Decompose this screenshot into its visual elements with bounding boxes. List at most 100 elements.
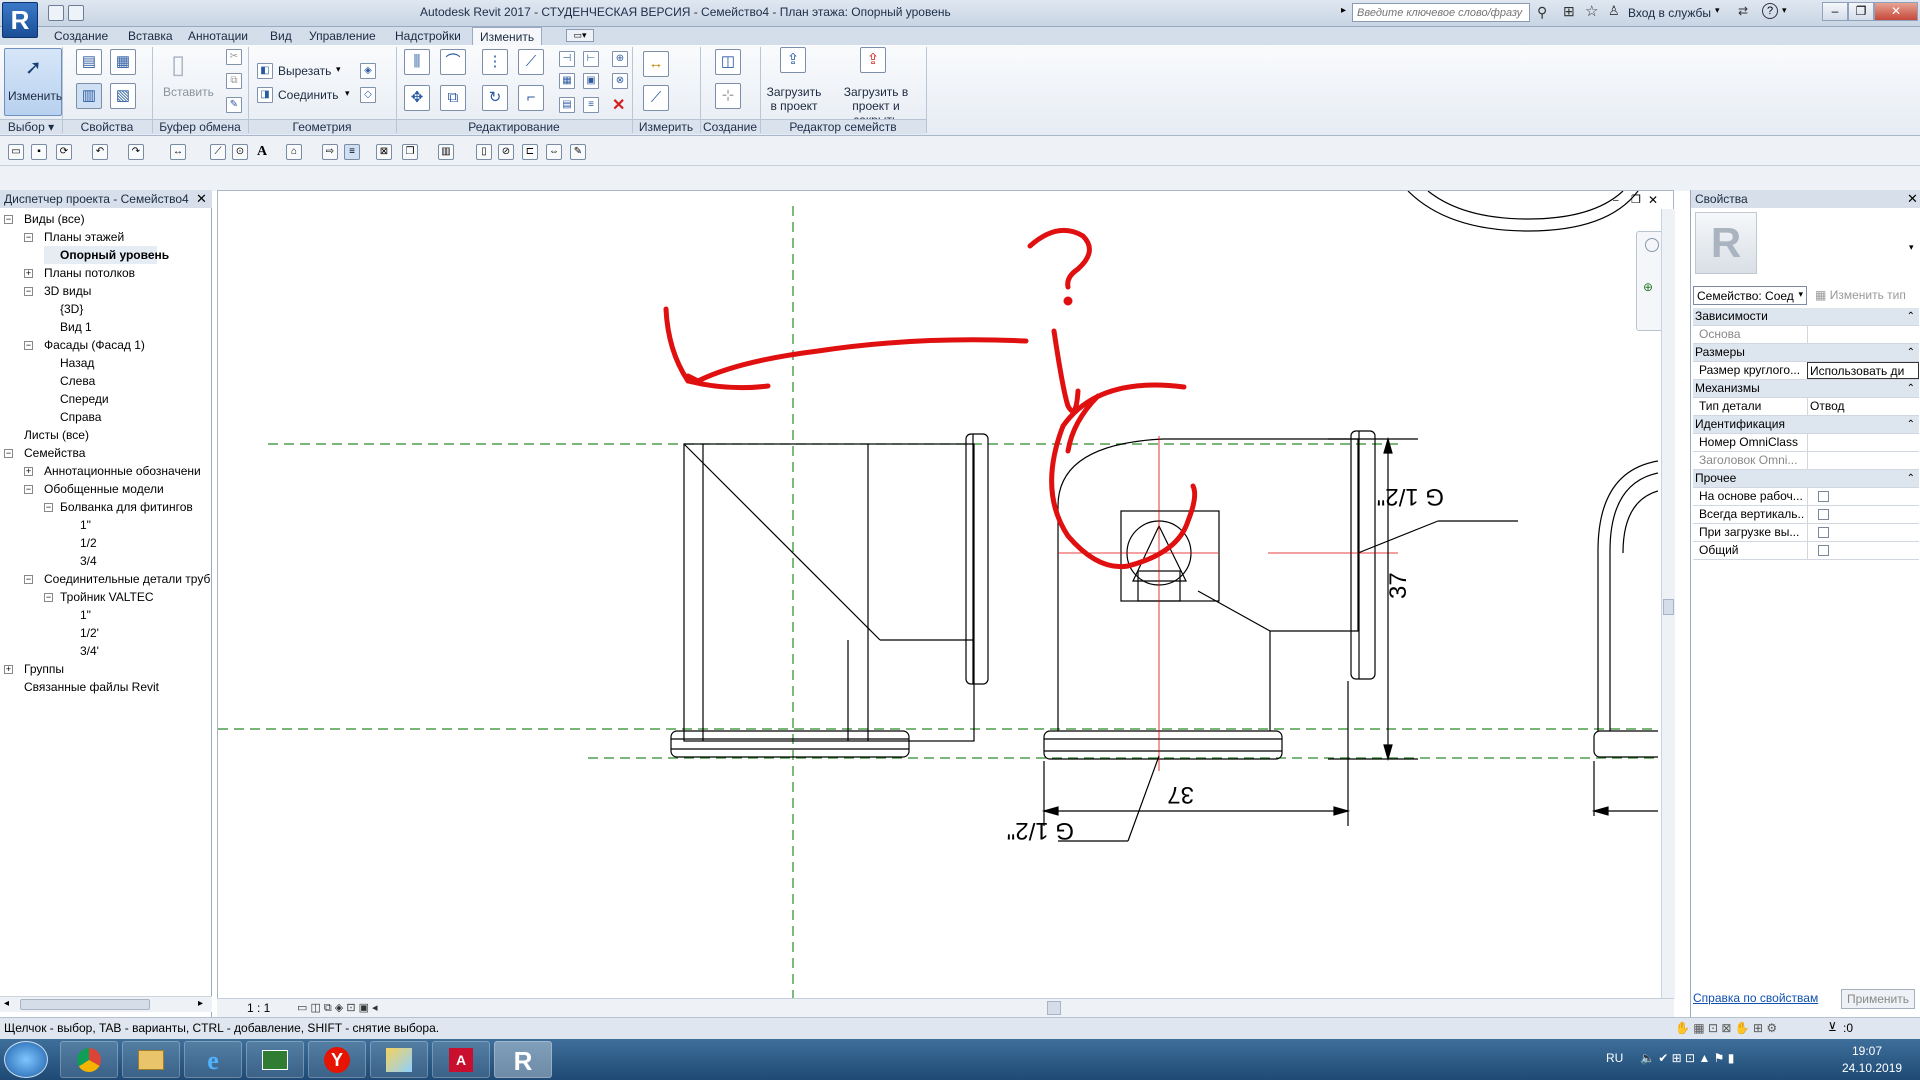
collapse-icon[interactable]: − (44, 593, 53, 602)
align-icon[interactable]: ⫼ (404, 49, 430, 75)
mirror-axis-icon[interactable]: ⋮ (482, 49, 508, 75)
tag-qat-icon[interactable]: ⊙ (232, 144, 248, 160)
property-checkbox[interactable] (1818, 527, 1829, 538)
panel-select[interactable]: Выбор ▾ (0, 119, 62, 134)
delete-icon[interactable]: ✕ (612, 95, 625, 115)
paste-label[interactable]: Вставить (163, 85, 214, 99)
explorer-taskbar-icon[interactable] (122, 1041, 180, 1078)
tee-fitting-center[interactable] (1043, 430, 1376, 760)
browser-item[interactable]: 1/2 (64, 534, 97, 552)
expand-icon[interactable]: + (24, 467, 33, 476)
browser-item[interactable]: Назад (44, 354, 94, 372)
tile-icon[interactable]: ▥ (438, 144, 454, 160)
view-scale[interactable]: 1 : 1 (247, 1001, 270, 1015)
tab-create[interactable]: Создание (47, 27, 115, 45)
browser-item[interactable]: 1/2' (64, 624, 99, 642)
family-category-icon[interactable]: ▧ (110, 83, 136, 109)
dim-label-height[interactable]: 37 (1385, 572, 1412, 599)
user-icon[interactable]: ♙ (1608, 3, 1620, 19)
ribbon-minimize-toggle[interactable]: ▭▾ (566, 29, 594, 42)
browser-item[interactable]: − Виды (все) (4, 210, 85, 228)
browser-item[interactable]: − Соединительные детали труб (24, 570, 210, 588)
cut-geometry-label[interactable]: Вырезать (278, 64, 331, 78)
chrome-taskbar-icon[interactable] (60, 1041, 118, 1078)
minimize-button[interactable]: – (1822, 2, 1848, 21)
family-types-icon[interactable]: ▥ (76, 83, 102, 109)
scale-icon[interactable]: ▣ (583, 73, 599, 89)
open-file-icon[interactable]: ▭ (8, 144, 24, 160)
thin-lines-icon[interactable]: ≡ (344, 144, 360, 160)
offset-icon[interactable]: ⌒ (440, 49, 466, 75)
steering-wheel-icon[interactable] (1645, 238, 1659, 252)
login-dropdown-icon[interactable]: ▾ (1715, 5, 1720, 16)
collapse-icon[interactable]: − (24, 233, 33, 242)
collapse-icon[interactable]: − (24, 287, 33, 296)
section-icon[interactable]: ⇨ (322, 144, 338, 160)
type-properties-icon[interactable]: ▦ (110, 49, 136, 75)
property-value[interactable] (1807, 452, 1919, 469)
apply-button[interactable]: Применить (1841, 989, 1915, 1009)
edit-type-button[interactable]: ▦ Изменить тип (1815, 288, 1906, 302)
split-view-icon[interactable]: ▯ (476, 144, 492, 160)
trim-icon[interactable]: ⌐ (518, 85, 544, 111)
leader-thread-top[interactable] (1357, 520, 1518, 554)
browser-item[interactable]: − Фасады (Фасад 1) (24, 336, 145, 354)
family-selector[interactable]: Семейство: Соед ▾ (1693, 286, 1807, 305)
cut-geometry-icon[interactable]: ◧ (257, 63, 273, 79)
canvas-vscroll-thumb[interactable] (1663, 599, 1674, 615)
open-icon[interactable] (48, 5, 64, 21)
tray-icons[interactable]: 🔈 ✔ ⊞ ⊡ ▲ ⚑ ▮ (1640, 1051, 1734, 1065)
browser-item[interactable]: Листы (все) (4, 426, 89, 444)
browser-item[interactable]: 1" (64, 516, 91, 534)
browser-item[interactable]: Опорный уровень (44, 246, 169, 264)
close-properties-icon[interactable]: ✕ (1907, 191, 1918, 207)
dimension-qat-icon[interactable]: ⟋ (210, 144, 226, 160)
property-checkbox-cell[interactable] (1807, 524, 1919, 541)
clock-time[interactable]: 19:07 (1852, 1044, 1882, 1058)
view-control-icons[interactable]: ▭ ◫ ⧉ ◈ ⊡ ▣ ◂ (297, 1001, 378, 1015)
canvas-hscroll-thumb[interactable] (1047, 1001, 1061, 1015)
measure-qat-icon[interactable]: ↔ (170, 144, 186, 160)
load-into-project-label[interactable]: Загрузить в проект (764, 85, 824, 113)
close-hidden-icon[interactable]: ⊠ (376, 144, 392, 160)
property-value[interactable]: Отвод (1807, 398, 1919, 415)
property-row[interactable]: Всегда вертикаль... (1693, 506, 1919, 524)
help-dropdown-icon[interactable]: ▾ (1782, 5, 1787, 16)
revit-taskbar-icon[interactable]: R (494, 1041, 552, 1078)
paste-icon[interactable]: ▯ (171, 49, 185, 80)
collapse-icon[interactable]: − (24, 341, 33, 350)
browser-item[interactable]: 1" (64, 606, 91, 624)
join-dropdown-icon[interactable]: ▾ (345, 88, 350, 99)
property-row[interactable]: Номер OmniClass (1693, 434, 1919, 452)
login-button[interactable]: Вход в службы (1628, 6, 1711, 20)
redo-icon[interactable]: ↷ (128, 144, 144, 160)
collapse-icon[interactable]: − (4, 449, 13, 458)
browser-item[interactable]: Вид 1 (44, 318, 92, 336)
property-checkbox-cell[interactable] (1807, 542, 1919, 559)
browser-item[interactable]: 3/4 (64, 552, 97, 570)
match-properties-icon[interactable]: ✎ (226, 97, 242, 113)
browser-hscrollbar[interactable]: ◂ ▸ (0, 996, 212, 1012)
property-group[interactable]: Зависимости ⌃ (1693, 308, 1919, 326)
tab-modify[interactable]: Изменить (472, 27, 543, 45)
cut-clipboard-icon[interactable]: ✂ (226, 49, 242, 65)
pin-icon[interactable]: ⊗ (612, 73, 628, 89)
collapse-group-icon[interactable]: ⌃ (1907, 344, 1915, 361)
property-row[interactable]: Основа (1693, 326, 1919, 344)
dimension-width[interactable] (1041, 681, 1351, 826)
browser-item[interactable]: − Семейства (4, 444, 85, 462)
property-row[interactable]: Общий (1693, 542, 1919, 560)
save-file-icon[interactable]: ▪ (31, 144, 47, 160)
star-icon[interactable]: ☆ (1585, 2, 1598, 20)
collapse-group-icon[interactable]: ⌃ (1907, 380, 1915, 397)
property-value[interactable] (1807, 326, 1919, 343)
partial-fitting-top[interactable] (1407, 191, 1639, 232)
text-icon[interactable]: A (254, 144, 270, 160)
property-checkbox-cell[interactable] (1807, 488, 1919, 505)
collapse-icon[interactable]: − (24, 485, 33, 494)
property-row[interactable]: Заголовок Omni... (1693, 452, 1919, 470)
browser-item[interactable]: + Аннотационные обозначени (24, 462, 201, 480)
create-icon[interactable]: ◫ (715, 49, 741, 75)
browser-item[interactable]: 3/4' (64, 642, 99, 660)
scroll-right-icon[interactable]: ▸ (198, 998, 203, 1009)
